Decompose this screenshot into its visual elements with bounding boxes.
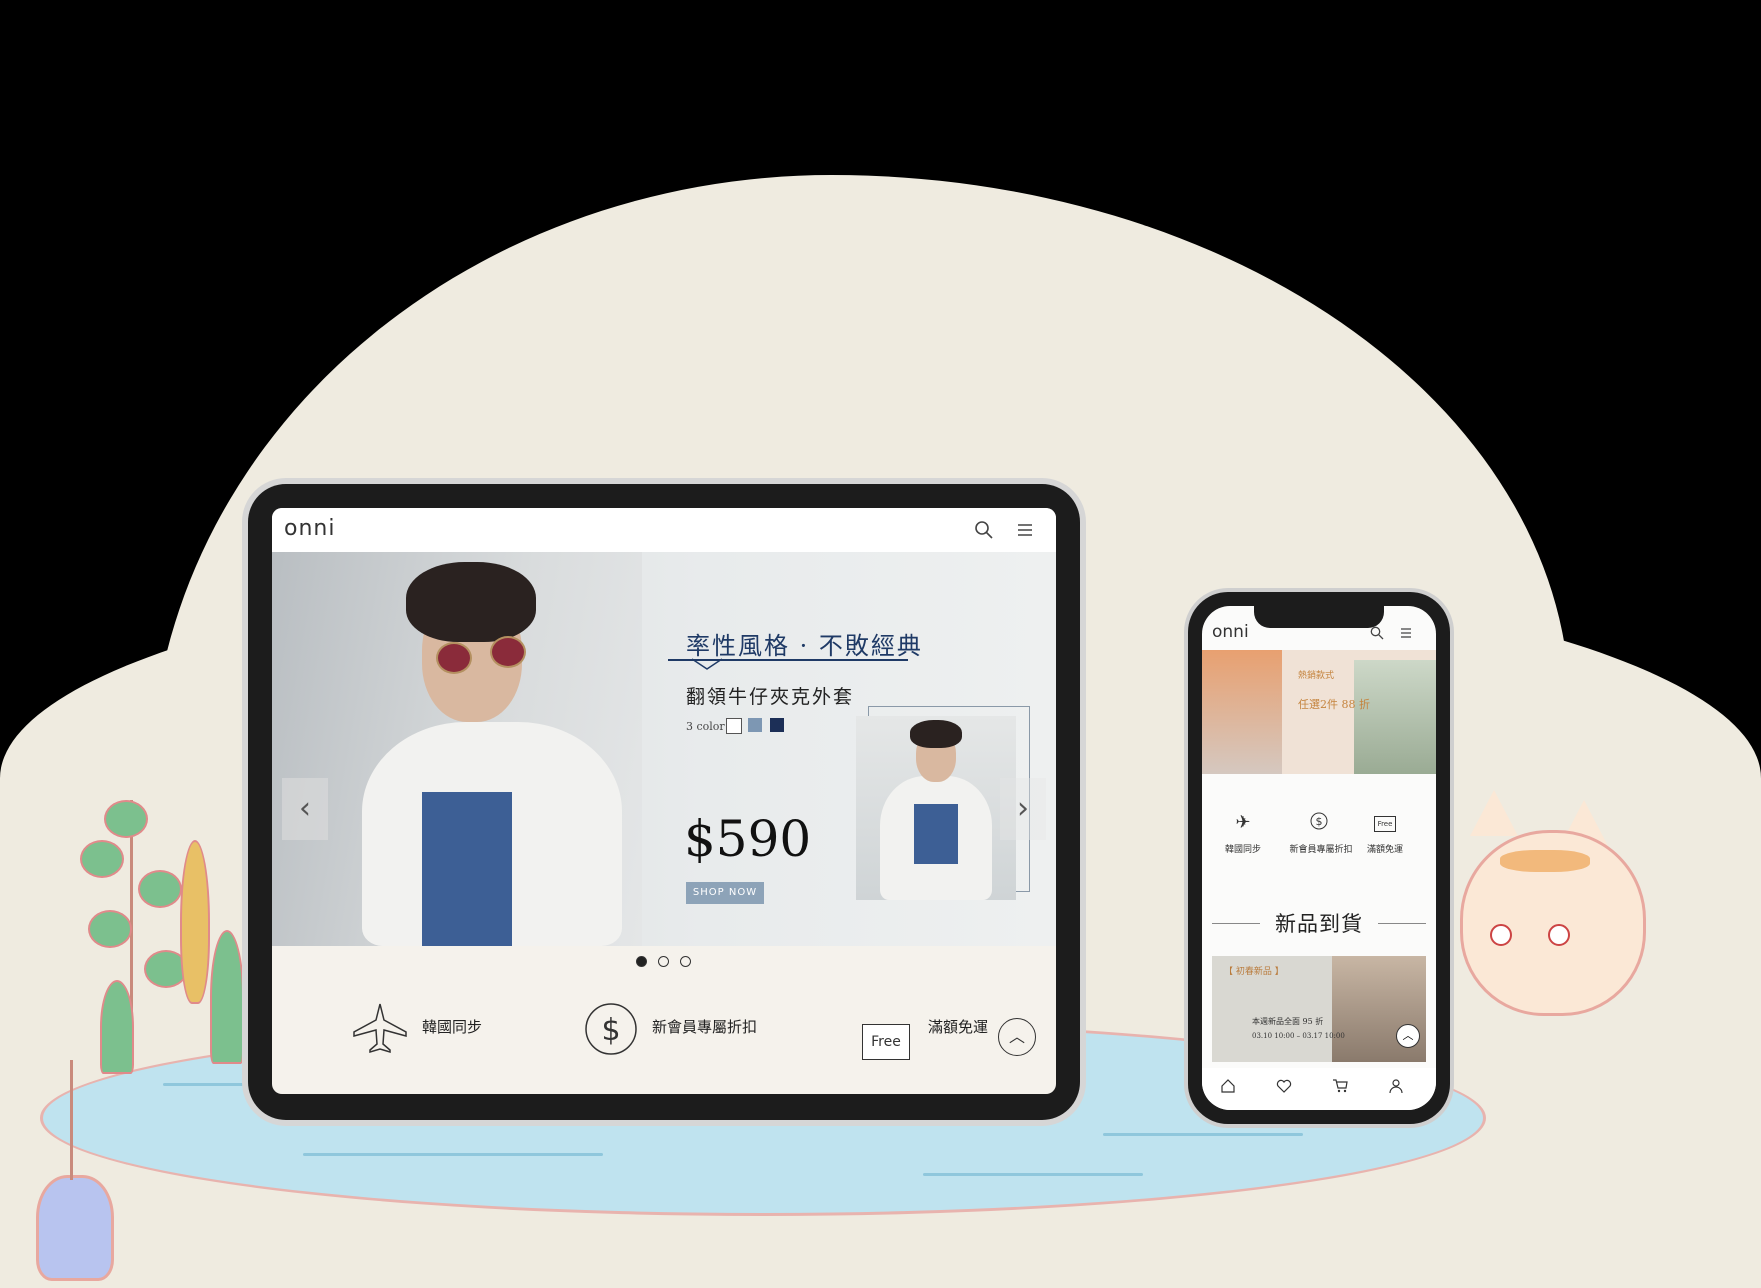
heart-icon[interactable] — [1276, 1078, 1292, 1094]
leaf-icon — [104, 800, 148, 838]
home-icon[interactable] — [1220, 1078, 1236, 1094]
sunglasses-lens — [490, 636, 526, 668]
tablet-screen: onni 率性風格 · 不敗經典 翻領牛仔夾克外套 3 color $590 S… — [272, 508, 1056, 1094]
dollar-coin-icon: $ — [585, 1003, 637, 1055]
slogan-pointer-icon — [692, 658, 722, 670]
sunglasses-lens — [436, 642, 472, 674]
wheat-icon — [180, 840, 210, 1004]
user-icon[interactable] — [1388, 1078, 1404, 1094]
airplane-icon — [353, 1003, 407, 1054]
promo-banner[interactable]: 熱銷款式 任選2件 88 折 — [1202, 650, 1436, 774]
airplane-icon: ✈ — [1235, 812, 1251, 833]
feature-label: 新會員專屬折扣 — [652, 1018, 758, 1036]
cat-eye — [1548, 924, 1570, 946]
card-promo-text: 本週新品全面 95 折 — [1252, 1017, 1324, 1026]
carousel-dot[interactable] — [680, 956, 691, 967]
search-icon[interactable] — [1370, 626, 1384, 640]
model-hair — [406, 562, 536, 642]
feature-label: 新會員專屬折扣 — [1289, 845, 1353, 855]
product-thumbnail[interactable] — [856, 716, 1016, 900]
pond-wave — [923, 1173, 1143, 1176]
flower-stem — [70, 1060, 73, 1180]
back-to-top-button[interactable]: ︿ — [998, 1018, 1036, 1056]
carousel-next-button[interactable]: › — [1000, 778, 1046, 840]
banner-discount: 任選2件 88 折 — [1298, 698, 1370, 711]
dollar-coin-icon: $ — [1284, 812, 1354, 835]
svg-text:$: $ — [601, 1013, 620, 1048]
carousel-dot-active[interactable] — [636, 956, 647, 967]
carousel-prev-button[interactable]: ‹ — [282, 778, 328, 840]
color-swatch-blue[interactable] — [748, 718, 762, 732]
tablet-header: onni — [272, 508, 1056, 552]
leaf-icon — [138, 870, 182, 908]
feature-label: 韓國同步 — [422, 1018, 483, 1036]
grass-icon — [210, 930, 244, 1064]
carousel-dot[interactable] — [658, 956, 669, 967]
search-icon[interactable] — [974, 520, 994, 540]
back-to-top-button[interactable]: ︿ — [1396, 1024, 1420, 1048]
feature-label: 滿額免運 — [928, 1018, 989, 1036]
brand-logo[interactable]: onni — [284, 516, 335, 541]
pond-wave — [303, 1153, 603, 1156]
hero-carousel[interactable]: 率性風格 · 不敗經典 翻領牛仔夾克外套 3 color $590 SHOP N… — [272, 552, 1056, 946]
phone-screen: onni 熱銷款式 任選2件 88 折 ✈ 韓國同步 $ 新會員專屬折扣 Fre… — [1202, 606, 1436, 1110]
product-price: $590 — [684, 810, 812, 868]
brand-logo[interactable]: onni — [1212, 622, 1249, 642]
cat-stripe — [1500, 850, 1590, 872]
cat-ear — [1470, 790, 1518, 836]
banner-text: 熱銷款式 — [1298, 671, 1335, 681]
free-shipping-icon: Free — [1374, 816, 1396, 832]
color-swatch-navy[interactable] — [770, 718, 784, 732]
cat-eye — [1490, 924, 1512, 946]
pond-wave — [1103, 1133, 1303, 1136]
banner-photo — [1354, 660, 1436, 774]
color-swatch-white[interactable] — [726, 718, 742, 734]
title-divider — [1378, 923, 1426, 924]
cart-icon[interactable] — [1332, 1078, 1348, 1094]
bottom-nav — [1202, 1068, 1436, 1110]
card-tag: 【 初春新品 】 — [1224, 967, 1284, 977]
plant-illustration — [60, 780, 260, 1080]
hero-slogan: 率性風格 · 不敗經典 — [686, 632, 923, 660]
phone-notch — [1254, 606, 1384, 628]
svg-text:$: $ — [1316, 815, 1323, 828]
product-name: 翻領牛仔夾克外套 — [686, 686, 855, 708]
card-date-range: 03.10 10:00 – 03.17 10:00 — [1252, 1032, 1345, 1040]
free-shipping-icon: Free — [862, 1024, 910, 1060]
feature-label: 滿額免運 — [1366, 845, 1403, 855]
thumb-hair — [910, 720, 962, 748]
feature-label: 韓國同步 — [1224, 845, 1261, 855]
leaf-icon — [80, 840, 124, 878]
new-arrival-card[interactable]: 【 初春新品 】 本週新品全面 95 折 03.10 10:00 – 03.17… — [1212, 956, 1426, 1062]
model-top — [422, 792, 512, 946]
hero-model-image — [272, 552, 642, 946]
vase-illustration — [36, 1175, 114, 1281]
thumb-top — [914, 804, 958, 864]
banner-photo — [1202, 650, 1282, 774]
color-count-label: 3 color — [686, 720, 725, 733]
shop-now-button[interactable]: SHOP NOW — [686, 882, 764, 904]
menu-icon[interactable] — [1400, 627, 1412, 639]
grass-icon — [100, 980, 134, 1074]
menu-icon[interactable] — [1016, 521, 1034, 539]
leaf-icon — [88, 910, 132, 948]
